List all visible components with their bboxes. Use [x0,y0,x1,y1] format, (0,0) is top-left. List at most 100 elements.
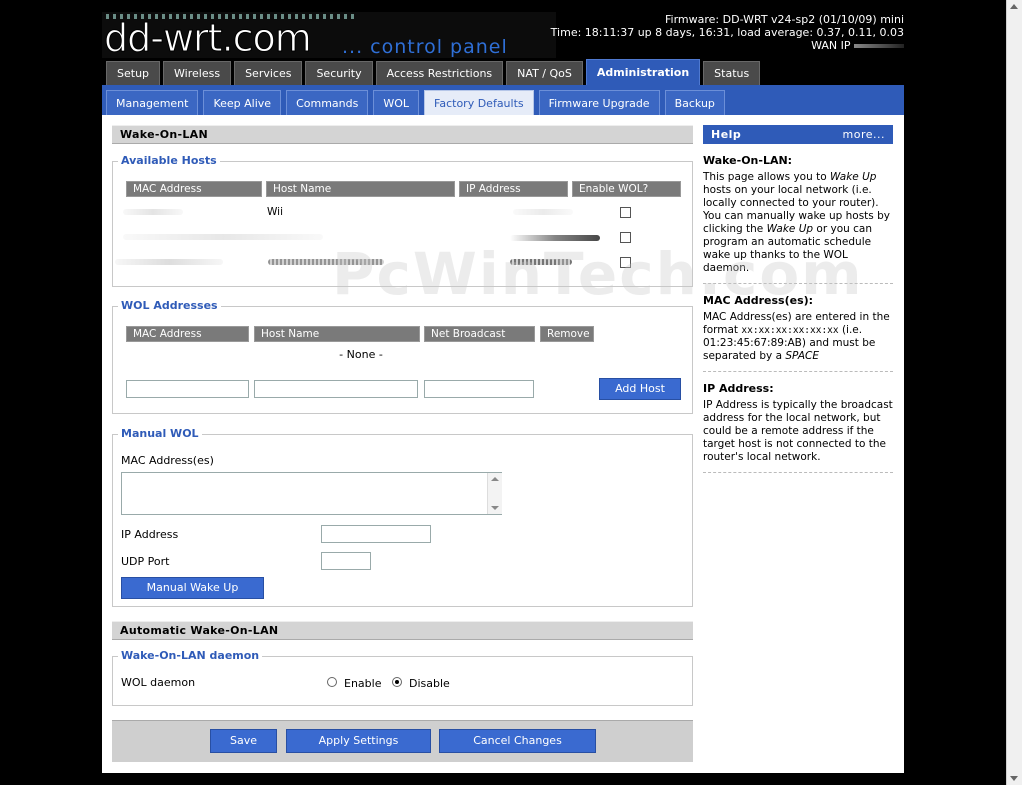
logo-text: dd-wrt.com [104,16,313,60]
wol-addresses-legend: WOL Addresses [118,299,221,312]
sub-tab-bar: Management Keep Alive Commands WOL Facto… [102,85,904,115]
help-section-title: Wake-On-LAN: [703,154,793,167]
help-section-mac: MAC Address(es): MAC Address(es) are ent… [703,284,893,372]
tab-access-restrictions[interactable]: Access Restrictions [375,61,504,85]
tab-services[interactable]: Services [234,61,303,85]
col-enable-wol: Enable WOL? [572,181,681,197]
ip-redacted [510,235,600,241]
header: dd-wrt.com ... control panel Firmware: D… [102,0,904,85]
ip-address-label: IP Address [121,528,179,541]
col-host-name: Host Name [254,326,420,342]
enable-label: Enable [344,677,382,690]
textarea-scrollbar[interactable] [487,473,502,514]
col-host-name: Host Name [266,181,455,197]
help-section-ip: IP Address: IP Address is typically the … [703,372,893,473]
mac-redacted [115,259,223,265]
help-section-text: IP Address is typically the broadcast ad… [703,399,893,463]
new-host-name-input[interactable] [254,380,418,398]
subtab-keep-alive[interactable]: Keep Alive [203,90,282,115]
help-panel: Help more... Wake-On-LAN: This page allo… [703,125,893,473]
enable-wol-checkbox[interactable] [620,257,631,268]
firmware-text: Firmware: DD-WRT v24-sp2 (01/10/09) mini [665,13,904,26]
help-section-text: MAC Address(es) are entered in the forma… [703,311,893,363]
logo: dd-wrt.com ... control panel [102,12,556,60]
section-title-wol: Wake-On-LAN [112,125,693,144]
help-title: Help [711,128,742,141]
udp-port-input[interactable] [321,552,371,570]
tab-setup[interactable]: Setup [106,61,161,85]
add-host-button[interactable]: Add Host [599,378,681,400]
udp-port-label: UDP Port [121,555,170,568]
logo-name: dd-wrt [104,16,224,60]
sub-tabs: Management Keep Alive Commands WOL Facto… [106,90,725,115]
wan-ip-text: WAN IP [551,39,904,52]
subtab-management[interactable]: Management [106,90,199,115]
col-remove: Remove [540,326,594,342]
subtab-backup[interactable]: Backup [664,90,725,115]
enable-radio[interactable] [327,677,337,687]
wol-addresses-fieldset: WOL Addresses MAC Address Host Name Net … [112,299,693,414]
help-text: This page allows you to [703,171,830,183]
help-section-wol: Wake-On-LAN: This page allows you to Wak… [703,144,893,284]
scroll-up-icon[interactable] [491,477,499,481]
wol-daemon-fieldset: Wake-On-LAN daemon WOL daemon Enable Dis… [112,649,693,706]
subtab-wol[interactable]: WOL [373,90,420,115]
wol-daemon-legend: Wake-On-LAN daemon [118,649,263,662]
tab-nat-qos[interactable]: NAT / QoS [506,61,583,85]
page: dd-wrt.com ... control panel Firmware: D… [102,0,904,773]
col-mac-address: MAC Address [126,181,262,197]
scroll-up-icon[interactable] [1010,4,1018,9]
enable-wol-checkbox[interactable] [620,232,631,243]
disable-label: Disable [409,677,450,690]
new-net-broadcast-input[interactable] [424,380,534,398]
cancel-changes-button[interactable]: Cancel Changes [439,729,596,753]
window-scrollbar[interactable] [1006,0,1022,785]
col-ip-address: IP Address [459,181,568,197]
subtab-commands[interactable]: Commands [286,90,369,115]
host-redacted [268,259,384,265]
help-emphasis: Wake Up [829,171,877,183]
router-info: Firmware: DD-WRT v24-sp2 (01/10/09) mini… [551,13,904,52]
available-hosts-legend: Available Hosts [118,154,220,167]
section-title-auto-wol: Automatic Wake-On-LAN [112,621,693,640]
mac-addresses-textarea[interactable] [121,472,502,515]
mac-addresses-label: MAC Address(es) [121,454,214,467]
logo-com: .com [221,16,312,60]
scroll-down-icon[interactable] [1010,776,1018,781]
help-emphasis: Wake Up [766,223,814,235]
logo-tagline: ... control panel [342,36,508,58]
action-bar: Save Apply Settings Cancel Changes [112,720,693,762]
help-section-title: IP Address: [703,382,774,395]
manual-wol-legend: Manual WOL [118,427,202,440]
wan-ip-label: WAN IP [811,39,851,52]
help-emphasis: SPACE [785,350,819,362]
help-header: Help more... [703,125,893,144]
ip-address-input[interactable] [321,525,431,543]
col-mac-address: MAC Address [126,326,249,342]
ip-redacted [513,209,573,215]
tab-security[interactable]: Security [305,61,373,85]
new-mac-input[interactable] [126,380,249,398]
help-more-link[interactable]: more... [843,128,885,141]
apply-settings-button[interactable]: Apply Settings [286,729,431,753]
empty-list-text: - None - [339,348,383,361]
wol-daemon-label: WOL daemon [121,676,196,689]
mac-redacted [123,234,323,240]
wan-ip-value-redacted [854,44,904,48]
manual-wol-fieldset: Manual WOL MAC Address(es) IP Address UD… [112,427,693,607]
col-net-broadcast: Net Broadcast [424,326,535,342]
host-name: Wii [267,206,283,218]
disable-radio[interactable] [392,677,402,687]
help-section-title: MAC Address(es): [703,294,814,307]
tab-status[interactable]: Status [703,61,761,85]
main-tabs: Setup Wireless Services Security Access … [106,59,761,85]
manual-wake-up-button[interactable]: Manual Wake Up [121,577,264,599]
subtab-firmware-upgrade[interactable]: Firmware Upgrade [538,90,660,115]
save-button[interactable]: Save [210,729,277,753]
subtab-factory-defaults[interactable]: Factory Defaults [424,90,534,115]
tab-administration[interactable]: Administration [585,59,701,85]
tab-wireless[interactable]: Wireless [163,61,232,85]
enable-wol-checkbox[interactable] [620,207,631,218]
scroll-down-icon[interactable] [491,506,499,510]
ip-redacted [510,259,572,265]
